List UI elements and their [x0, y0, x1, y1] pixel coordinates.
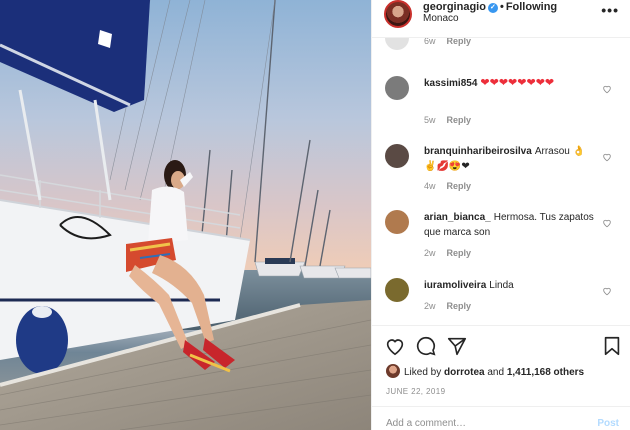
comment-body: Linda [489, 280, 514, 291]
more-options-icon[interactable]: ••• [601, 2, 619, 18]
share-icon[interactable] [446, 335, 468, 357]
comment-item: kassimi854 ❤❤❤❤❤❤❤❤ 5w Reply [372, 76, 630, 131]
comment-meta: 4w Reply [424, 181, 471, 191]
post-photo[interactable] [0, 0, 371, 430]
post-date[interactable]: JUNE 22, 2019 [386, 387, 445, 396]
likes-summary: Liked by dorrotea and 1,411,168 others [386, 364, 584, 378]
liker-avatar[interactable] [386, 364, 400, 378]
comment-text: arian_bianca_ Hermosa. Tus zapatos que ma… [424, 210, 594, 240]
add-comment-bar: Add a comment… Post [372, 406, 630, 430]
following-button[interactable]: Following [506, 1, 557, 13]
author-avatar[interactable] [384, 0, 412, 28]
post-actions: Liked by dorrotea and 1,411,168 others J… [372, 325, 630, 430]
comment-meta: 2w Reply [424, 301, 471, 311]
commenter-avatar[interactable] [385, 38, 409, 50]
add-comment-input[interactable]: Add a comment… [386, 418, 466, 429]
comment-text: kassimi854 ❤❤❤❤❤❤❤❤ [424, 76, 594, 91]
liked-by-prefix: Liked by [404, 367, 442, 378]
reply-button[interactable]: Reply [447, 248, 472, 258]
commenter-avatar[interactable] [385, 76, 409, 100]
post-header: georginagio ✓ • Following Monaco ••• [372, 0, 630, 38]
verified-badge-icon: ✓ [487, 3, 498, 13]
comment-text: branquinharibeirosilva Arrasou 👌✌💋😍❤ [424, 144, 594, 174]
commenter-avatar[interactable] [385, 278, 409, 302]
commenter-username[interactable]: branquinharibeirosilva [424, 146, 532, 157]
likes-count[interactable]: 1,411,168 others [507, 367, 584, 378]
comment-body: ❤❤❤❤❤❤❤❤ [480, 77, 555, 89]
commenter-avatar[interactable] [385, 210, 409, 234]
comment-item: arian_bianca_ Hermosa. Tus zapatos que ma… [372, 210, 630, 262]
author-line: georginagio ✓ • Following [423, 1, 557, 13]
bookmark-icon[interactable] [601, 335, 623, 357]
comment-meta: 2w Reply [424, 248, 471, 258]
post-location[interactable]: Monaco [423, 13, 459, 24]
comment-item: 6w Reply [372, 38, 630, 66]
comment-item: iuramoliveira Linda 2w Reply [372, 278, 630, 318]
reply-button[interactable]: Reply [447, 181, 472, 191]
commenter-username[interactable]: kassimi854 [424, 78, 477, 89]
comments-list[interactable]: 6w Reply kassimi854 ❤❤❤❤❤❤❤❤ 5w Reply branq… [372, 38, 630, 325]
author-username[interactable]: georginagio [423, 1, 486, 13]
liked-by-and: and [487, 367, 505, 378]
comment-age: 2w [424, 248, 436, 258]
comment-like-heart-icon[interactable] [602, 84, 612, 94]
comment-age: 2w [424, 301, 436, 311]
comment-meta: 6w Reply [424, 38, 471, 46]
comment-like-heart-icon[interactable] [602, 152, 612, 162]
comment-text: iuramoliveira Linda [424, 278, 594, 293]
separator-dot: • [499, 1, 504, 13]
comment-item: branquinharibeirosilva Arrasou 👌✌💋😍❤ 4w Re… [372, 144, 630, 194]
reply-button[interactable]: Reply [447, 115, 472, 125]
commenter-username[interactable]: arian_bianca_ [424, 212, 491, 223]
reply-button[interactable]: Reply [447, 301, 472, 311]
commenter-avatar[interactable] [385, 144, 409, 168]
heart-icon[interactable] [384, 335, 406, 357]
marina-sunset-image [0, 0, 371, 430]
reply-button[interactable]: Reply [447, 38, 472, 46]
post-sidebar: georginagio ✓ • Following Monaco ••• 6w Repl… [371, 0, 630, 430]
comment-like-heart-icon[interactable] [602, 286, 612, 296]
comment-age: 5w [424, 115, 436, 125]
comment-like-heart-icon[interactable] [602, 218, 612, 228]
comment-age: 4w [424, 181, 436, 191]
commenter-username[interactable]: iuramoliveira [424, 280, 486, 291]
comment-icon[interactable] [415, 335, 437, 357]
comment-age: 6w [424, 38, 436, 46]
comment-meta: 5w Reply [424, 115, 471, 125]
liked-by-user[interactable]: dorrotea [444, 367, 485, 378]
post-comment-button[interactable]: Post [597, 418, 619, 429]
